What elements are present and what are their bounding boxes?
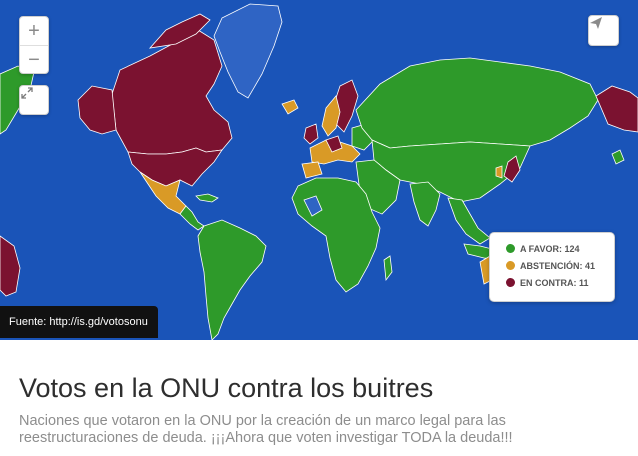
legend-label: EN CONTRA: 11 (520, 277, 589, 288)
share-button[interactable] (588, 15, 619, 46)
page-description: Naciones que votaron en la ONU por la cr… (19, 413, 513, 446)
paper-plane-icon (590, 17, 602, 29)
page-title: Votos en la ONU contra los buitres (19, 373, 434, 403)
zoom-in-button[interactable]: + (20, 17, 48, 45)
abstention-dot-icon (506, 261, 515, 270)
zoom-control: + − (19, 16, 49, 74)
legend-item-favor: A FAVOR: 124 (490, 240, 614, 257)
korea[interactable] (495, 165, 503, 179)
expand-arrows-icon (21, 87, 33, 99)
world-map[interactable]: + − A FAVOR: 124 ABSTENCIÓN: 41 EN CONTR… (0, 0, 638, 340)
source-attribution[interactable]: Fuente: http://is.gd/votosonu (0, 306, 158, 338)
fullscreen-button[interactable] (19, 85, 49, 115)
legend-item-against: EN CONTRA: 11 (490, 274, 614, 291)
legend-item-abstention: ABSTENCIÓN: 41 (490, 257, 614, 274)
zoom-out-button[interactable]: − (20, 45, 48, 74)
legend-label: ABSTENCIÓN: 41 (520, 260, 596, 271)
favor-dot-icon (506, 244, 515, 253)
legend-label: A FAVOR: 124 (520, 243, 580, 254)
against-dot-icon (506, 278, 515, 287)
legend: A FAVOR: 124 ABSTENCIÓN: 41 EN CONTRA: 1… (489, 232, 615, 302)
